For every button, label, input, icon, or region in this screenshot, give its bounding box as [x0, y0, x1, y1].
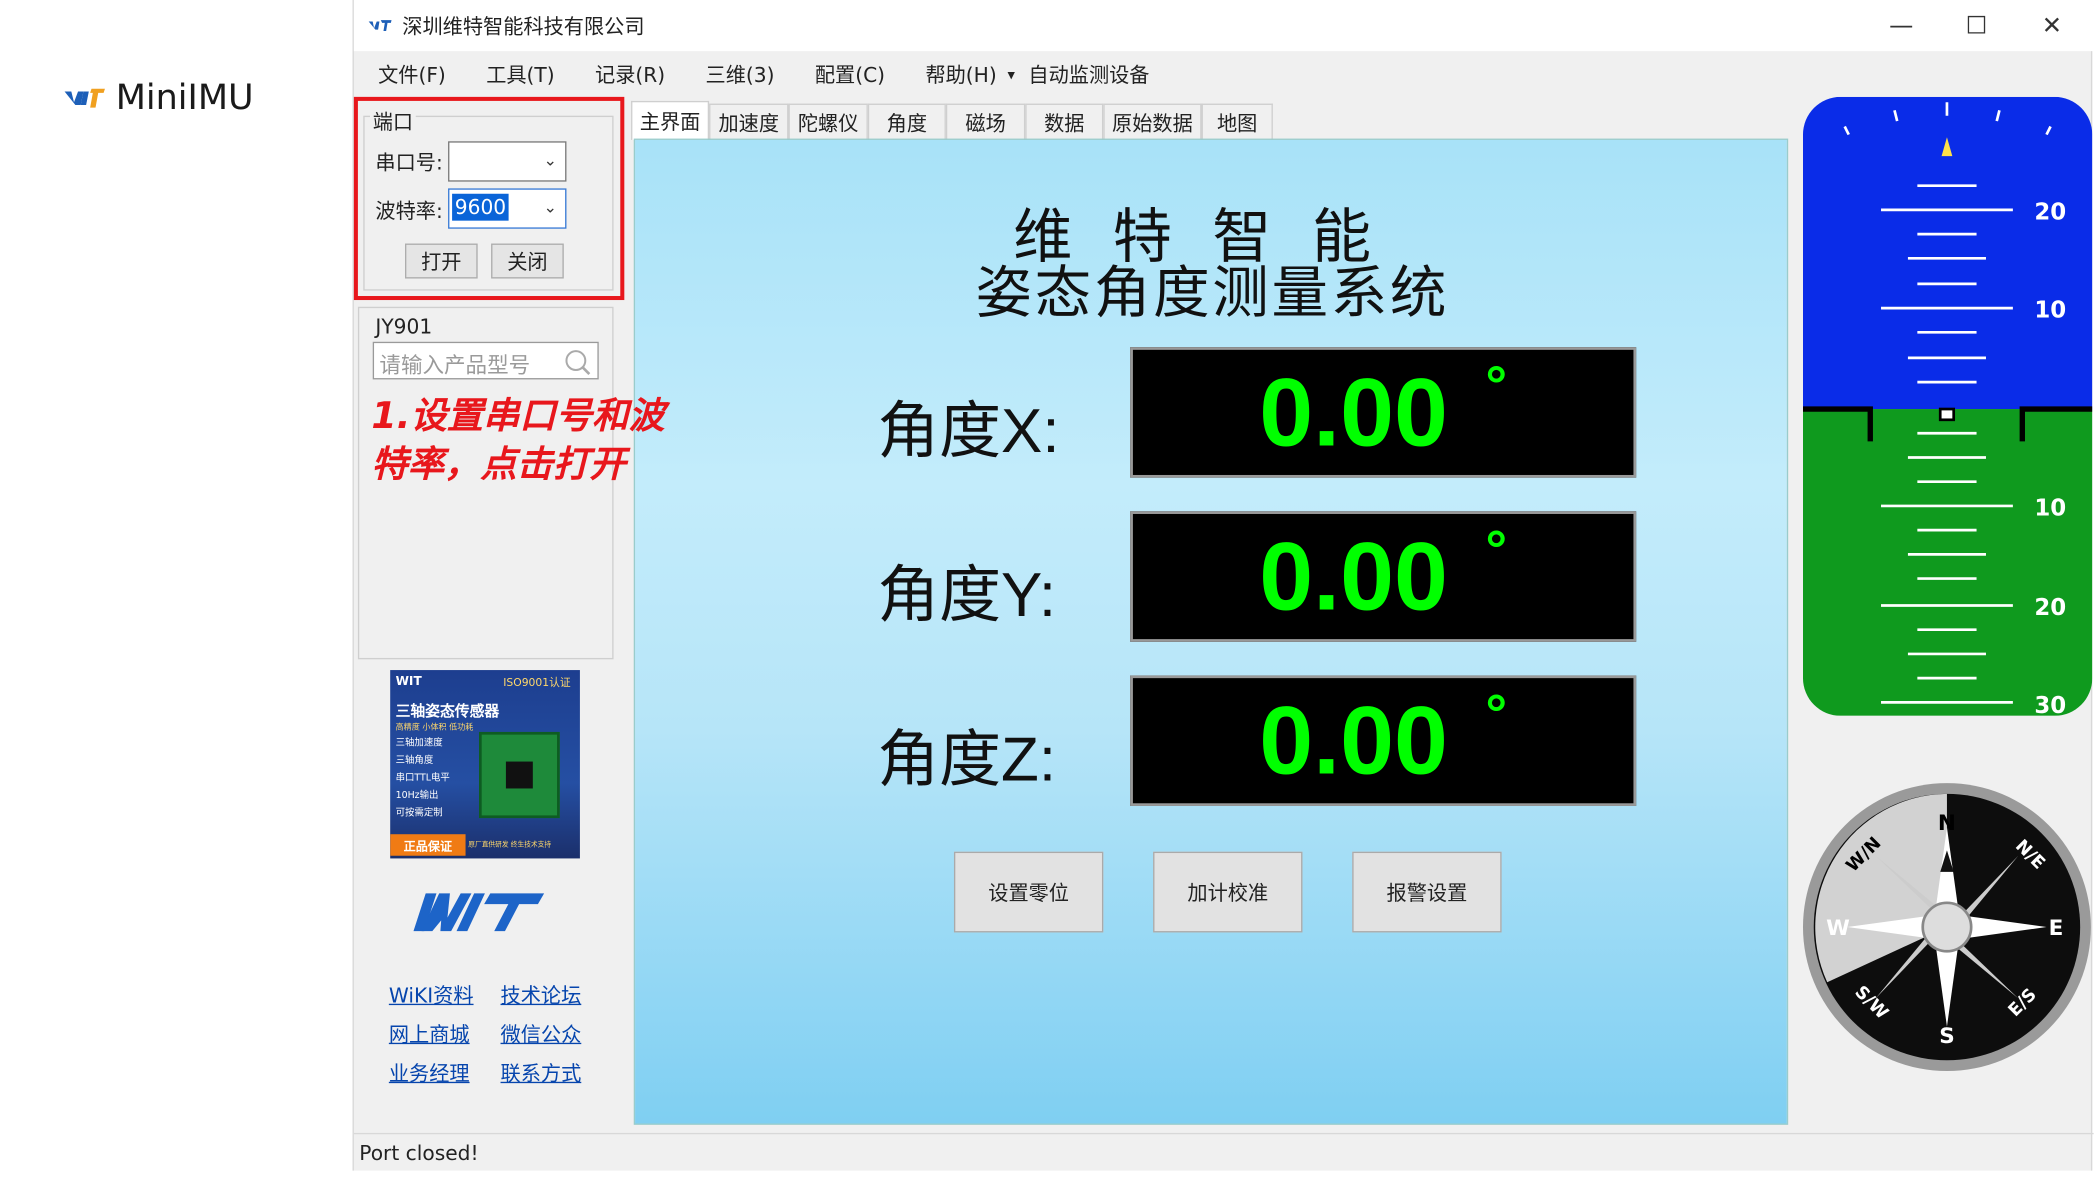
baud-rate-select[interactable]: 9600 ⌄	[448, 188, 567, 229]
tab-acceleration[interactable]: 加速度	[709, 103, 789, 140]
compass-label-w: W	[1826, 916, 1850, 941]
angle-x-display: 0.00 °	[1130, 347, 1637, 478]
angle-x-value: 0.00	[1259, 358, 1448, 467]
angle-y-display: 0.00 °	[1130, 511, 1637, 642]
promo-badge: ISO9001认证	[503, 676, 571, 689]
minimu-logo: MiniIMU	[62, 78, 254, 118]
menu-help[interactable]: 帮助(H)	[901, 60, 1002, 88]
close-port-button[interactable]: 关闭	[491, 243, 564, 279]
attitude-indicator: 20 10 10 20 30	[1802, 96, 2093, 716]
status-text: Port closed!	[359, 1140, 479, 1165]
wit-brand-logo	[413, 893, 545, 932]
compass: N N/E E E/S S S/W W W/N	[1802, 783, 2091, 1072]
system-title-line2: 姿态角度测量系统	[975, 259, 1450, 326]
angle-z-display: 0.00 °	[1130, 675, 1637, 806]
menu-config[interactable]: 配置(C)	[791, 60, 902, 88]
link-sales[interactable]: 业务经理	[389, 1059, 470, 1087]
promo-feature: 10Hz输出	[395, 789, 439, 801]
angle-x-label: 角度X:	[877, 395, 1060, 466]
wit-logo-icon	[64, 88, 105, 108]
pitch-label: 30	[2034, 693, 2066, 716]
pitch-label: 20	[2034, 199, 2066, 225]
promo-guarantee: 正品保证	[390, 834, 466, 856]
promo-subtitle: 高精度 小体积 低功耗	[395, 722, 474, 732]
alarm-settings-button[interactable]: 报警设置	[1352, 851, 1502, 933]
app-icon	[368, 20, 392, 31]
menu-3d[interactable]: 三维(3)	[681, 60, 790, 88]
menu-file[interactable]: 文件(F)	[354, 60, 462, 88]
promo-feature: 可按需定制	[395, 807, 443, 819]
tab-angle[interactable]: 角度	[867, 103, 946, 140]
tab-raw-data[interactable]: 原始数据	[1103, 103, 1202, 140]
maximize-button[interactable]: ☐	[1939, 0, 2014, 51]
menu-auto-detect[interactable]: 自动监测设备	[1020, 60, 1165, 88]
close-button[interactable]: ✕	[2014, 0, 2089, 51]
logo-text: MiniIMU	[115, 78, 254, 119]
serial-port-label: 串口号:	[375, 150, 443, 175]
sensor-chip	[505, 761, 533, 789]
tab-data[interactable]: 数据	[1025, 103, 1104, 140]
link-wechat[interactable]: 微信公众	[501, 1020, 582, 1048]
promo-footer: 原厂直供研发 终生技术支持	[468, 840, 552, 850]
baud-rate-label: 波特率:	[375, 199, 443, 224]
open-port-button[interactable]: 打开	[404, 243, 478, 279]
tab-map[interactable]: 地图	[1201, 103, 1273, 140]
product-promo-image[interactable]: WIT ISO9001认证 三轴姿态传感器 高精度 小体积 低功耗 三轴加速度 …	[390, 670, 580, 859]
tab-gyroscope[interactable]: 陀螺仪	[788, 103, 868, 140]
menu-overflow-arrow[interactable]: ▾	[1002, 65, 1020, 82]
promo-feature: 三轴加速度	[395, 737, 443, 749]
set-zero-button[interactable]: 设置零位	[953, 851, 1104, 933]
angle-z-value: 0.00	[1259, 686, 1448, 795]
main-panel: 维特智能 姿态角度测量系统 角度X: 0.00 ° 角度Y: 0.00 ° 角度Z:…	[633, 138, 1789, 1125]
product-group-label: JY901	[372, 314, 435, 340]
angle-x-unit: °	[1485, 356, 1508, 416]
baud-rate-value: 9600	[452, 193, 509, 221]
tab-strip: 主界面 加速度 陀螺仪 角度 磁场 数据 原始数据 地图	[631, 100, 1273, 140]
promo-feature: 三轴角度	[395, 754, 434, 766]
product-search-input[interactable]: 请输入产品型号	[372, 341, 599, 380]
link-wiki[interactable]: WiKI资料	[389, 981, 474, 1009]
accel-calibrate-button[interactable]: 加计校准	[1153, 851, 1303, 933]
serial-port-select[interactable]: ⌄	[448, 141, 567, 182]
menu-tools[interactable]: 工具(T)	[462, 60, 571, 88]
search-icon[interactable]	[562, 348, 592, 376]
product-search-placeholder: 请输入产品型号	[379, 352, 531, 379]
tab-magnetic[interactable]: 磁场	[945, 103, 1026, 140]
link-contact[interactable]: 联系方式	[501, 1059, 582, 1087]
angle-y-unit: °	[1485, 520, 1508, 580]
status-bar: Port closed!	[353, 1132, 2094, 1171]
menu-bar: 文件(F) 工具(T) 记录(R) 三维(3) 配置(C) 帮助(H) ▾ 自动…	[354, 54, 1166, 94]
sensor-board-graphic	[479, 731, 560, 819]
compass-label-e: E	[2049, 916, 2064, 941]
angle-y-label: 角度Y:	[877, 559, 1057, 630]
angle-z-unit: °	[1485, 684, 1508, 745]
pitch-label: 10	[2034, 495, 2066, 521]
window-title: 深圳维特智能科技有限公司	[402, 14, 645, 39]
promo-features: 三轴加速度 三轴角度 串口TTL电平 10Hz输出 可按需定制	[396, 735, 450, 822]
ground-area	[1802, 409, 2093, 716]
compass-label-n: N	[1938, 811, 1956, 836]
instruction-annotation: 1.设置串口号和波 特率，点击打开	[371, 395, 665, 486]
port-group-label: 端口	[370, 107, 416, 136]
tab-main[interactable]: 主界面	[631, 100, 710, 140]
pitch-label: 20	[2034, 595, 2066, 621]
promo-feature: 串口TTL电平	[395, 772, 450, 784]
chevron-down-icon[interactable]: ⌄	[544, 151, 558, 170]
pitch-label: 10	[2034, 298, 2066, 324]
title-bar: 深圳维特智能科技有限公司	[353, 0, 2094, 52]
compass-label-s: S	[1939, 1024, 1955, 1049]
angle-z-label: 角度Z:	[877, 723, 1057, 794]
link-store[interactable]: 网上商城	[389, 1020, 470, 1048]
link-forum[interactable]: 技术论坛	[501, 981, 582, 1009]
menu-record[interactable]: 记录(R)	[571, 60, 682, 88]
angle-y-value: 0.00	[1259, 522, 1448, 631]
chevron-down-icon[interactable]: ⌄	[544, 198, 558, 217]
promo-brand: WIT	[395, 675, 422, 689]
promo-title: 三轴姿态传感器	[395, 702, 500, 720]
minimize-button[interactable]: —	[1864, 0, 1939, 51]
